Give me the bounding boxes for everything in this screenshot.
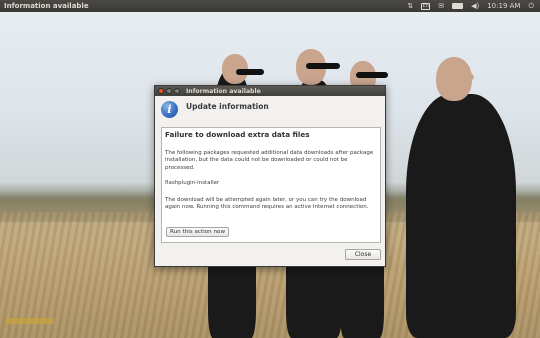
- window-close-icon[interactable]: [158, 88, 164, 94]
- information-dialog: Information available i Update informati…: [154, 85, 386, 267]
- dialog-content-panel: Failure to download extra data files The…: [161, 127, 381, 243]
- window-minimize-icon[interactable]: [166, 88, 172, 94]
- power-gear-icon[interactable]: ⏻: [528, 0, 534, 12]
- panel-indicators: ⇅ En ✉ ◀) 10:19 AM ⏻: [407, 0, 534, 12]
- dialog-header-title: Update information: [186, 102, 269, 111]
- package-name: flashplugin-installer: [165, 179, 220, 186]
- dialog-titlebar[interactable]: Information available: [155, 86, 385, 96]
- run-action-button[interactable]: Run this action now: [166, 227, 230, 237]
- dialog-header: i Update information: [161, 101, 269, 118]
- panel-app-title: Information available: [4, 2, 89, 10]
- volume-icon[interactable]: ◀): [471, 0, 479, 12]
- dialog-window-title: Information available: [186, 87, 261, 95]
- network-arrows-icon[interactable]: ⇅: [407, 0, 413, 12]
- close-button[interactable]: Close: [345, 249, 381, 260]
- content-paragraph-1: The following packages requested additio…: [165, 150, 374, 171]
- window-maximize-icon[interactable]: [174, 88, 180, 94]
- wallpaper-shades-2: [306, 63, 340, 69]
- wallpaper-person-4: [406, 94, 516, 338]
- wallpaper-shades-4: [446, 74, 474, 80]
- top-panel: Information available ⇅ En ✉ ◀) 10:19 AM…: [0, 0, 540, 12]
- battery-icon[interactable]: [452, 3, 464, 9]
- wallpaper-shades-1: [236, 69, 264, 75]
- mail-icon[interactable]: ✉: [438, 0, 444, 12]
- content-paragraph-2: The download will be attempted again lat…: [165, 197, 369, 211]
- info-icon: i: [161, 101, 178, 118]
- wallpaper-watermark: [6, 318, 54, 324]
- content-title: Failure to download extra data files: [165, 130, 310, 139]
- panel-clock[interactable]: 10:19 AM: [487, 0, 520, 12]
- keyboard-layout-icon[interactable]: En: [421, 2, 431, 10]
- wallpaper-shades-3: [356, 72, 388, 78]
